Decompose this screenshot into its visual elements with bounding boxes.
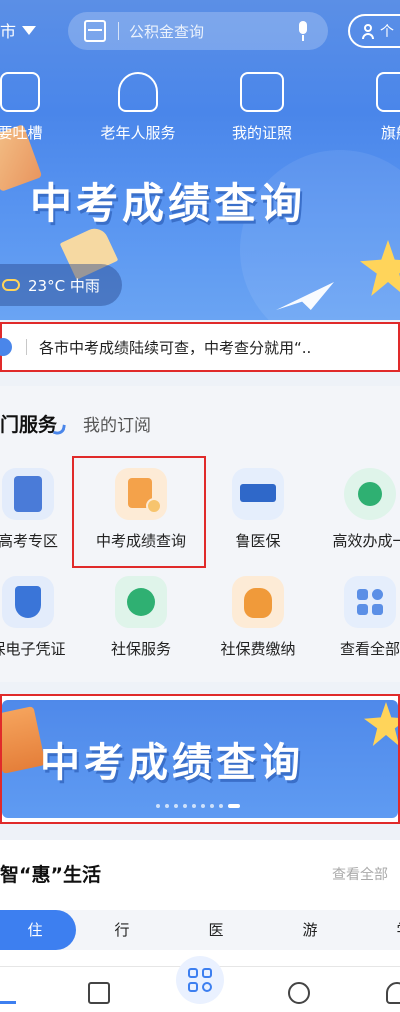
user-icon xyxy=(362,24,374,39)
quick-link-label: 要吐槽 xyxy=(0,124,43,142)
search-divider xyxy=(118,22,119,40)
life-view-all-link[interactable]: 查看全部 xyxy=(332,864,388,884)
service-label: 社保费缴纳 xyxy=(220,640,296,658)
top-bar: 市 公积金查询 个 xyxy=(0,10,400,54)
search-bar[interactable]: 公积金查询 xyxy=(68,12,328,50)
city-selector[interactable]: 市 xyxy=(0,18,37,42)
quick-link-label: 我的证照 xyxy=(231,124,292,142)
promo-banner-title: 中考成绩查询 xyxy=(40,740,304,786)
speech-icon xyxy=(0,72,40,112)
home-icon[interactable] xyxy=(0,982,16,1004)
social-security-icon xyxy=(115,576,167,628)
category-tab-travel[interactable]: 行 xyxy=(92,910,152,950)
paper-plane-decoration xyxy=(276,282,334,310)
category-tab-medical[interactable]: 医 xyxy=(186,910,246,950)
notice-divider xyxy=(26,339,27,355)
microphone-icon[interactable] xyxy=(296,21,310,41)
weather-text: 23°C 中雨 xyxy=(28,276,100,295)
exam-book-icon xyxy=(2,468,54,520)
service-insurance-voucher[interactable]: 保电子凭证 xyxy=(0,576,76,659)
quick-link-label: 老年人服务 xyxy=(100,124,176,142)
id-card-icon xyxy=(240,72,284,112)
profile-icon[interactable] xyxy=(386,982,400,1004)
service-label: 查看全部 xyxy=(339,640,400,658)
category-tab-education[interactable]: 学 xyxy=(374,910,400,950)
store-icon xyxy=(376,72,400,112)
quick-link-feedback[interactable]: 要吐槽 xyxy=(0,72,68,158)
star-decoration xyxy=(360,240,400,296)
hero-banner-title[interactable]: 中考成绩查询 xyxy=(30,170,390,240)
service-label: 保电子凭证 xyxy=(0,640,66,658)
weather-badge[interactable]: 23°C 中雨 xyxy=(0,264,122,306)
chat-icon[interactable] xyxy=(288,982,310,1004)
service-label: 鲁医保 xyxy=(235,532,281,550)
heart-hand-icon xyxy=(118,72,158,112)
service-label: 高考专区 xyxy=(0,532,58,550)
quick-link-elderly[interactable]: 老年人服务 xyxy=(90,72,186,158)
service-label: 高效办成一 xyxy=(332,532,400,550)
category-tab-tourism[interactable]: 游 xyxy=(280,910,340,950)
tab-my-subscriptions[interactable]: 我的订阅 xyxy=(83,411,151,436)
quick-link-label: 旗舰 xyxy=(380,124,400,142)
notice-text: 各市中考成绩陆续可查，中考查分就用“.. xyxy=(39,338,312,357)
cloud-rain-icon xyxy=(2,279,20,291)
service-view-all[interactable]: 查看全部 xyxy=(322,576,400,659)
highlight-box xyxy=(72,456,206,568)
money-bag-icon xyxy=(232,576,284,628)
notice-icon xyxy=(0,338,12,356)
efficient-service-icon xyxy=(344,468,396,520)
city-name: 市 xyxy=(0,22,17,41)
service-social-fee[interactable]: 社保费缴纳 xyxy=(210,576,306,659)
category-tab-housing[interactable]: 住 xyxy=(0,910,76,950)
service-lu-medical[interactable]: 鲁医保 xyxy=(210,468,306,551)
service-social-security[interactable]: 社保服务 xyxy=(93,576,189,659)
grid-apps-icon xyxy=(344,576,396,628)
chs-medical-icon xyxy=(232,468,284,520)
dropdown-arrow-icon xyxy=(22,25,37,35)
life-section-title: 智“惠”生活 xyxy=(0,864,101,886)
carousel-indicator[interactable] xyxy=(156,804,240,808)
notice-bar[interactable]: 各市中考成绩陆续可查，中考查分就用“.. xyxy=(0,322,400,372)
hero-section: 市 公积金查询 个 要吐槽 老年人服务 我的证照 旗舰 中考成绩查询 23°C … xyxy=(0,0,400,320)
services-tabs: 门服务 我的订阅 xyxy=(0,410,151,440)
service-label: 社保服务 xyxy=(110,640,171,658)
star-decoration xyxy=(364,702,398,746)
scan-icon[interactable] xyxy=(84,20,106,42)
services-center-button[interactable] xyxy=(176,956,224,1004)
service-gaokao[interactable]: 高考专区 xyxy=(0,468,76,551)
promo-banner[interactable]: 中考成绩查询 xyxy=(2,700,398,818)
service-efficient[interactable]: 高效办成一 xyxy=(322,468,400,551)
bookmark-icon[interactable] xyxy=(88,982,110,1004)
login-label: 个 xyxy=(380,24,394,40)
quick-link-certificates[interactable]: 我的证照 xyxy=(214,72,310,158)
tab-hot-services[interactable]: 门服务 xyxy=(0,410,57,437)
chs-shield-icon xyxy=(2,576,54,628)
search-input[interactable]: 公积金查询 xyxy=(129,21,296,42)
quick-link-flagship[interactable]: 旗舰 xyxy=(348,72,400,158)
login-button[interactable]: 个 xyxy=(348,14,400,48)
